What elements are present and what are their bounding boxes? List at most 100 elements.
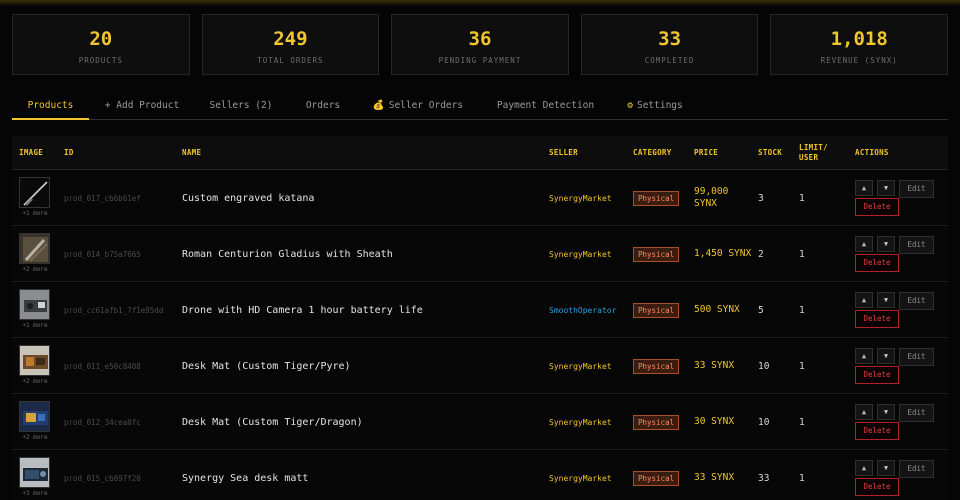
table-row: +1 more prod_017_cb6b61ef Custom engrave… bbox=[12, 170, 948, 226]
stat-label: REVENUE (SYNX) bbox=[820, 56, 898, 65]
product-limit: 1 bbox=[799, 304, 805, 316]
delete-button[interactable]: Delete bbox=[855, 254, 899, 272]
header-seller: SELLER bbox=[549, 148, 578, 157]
product-id: prod_011_e50c8408 bbox=[64, 361, 141, 371]
move-down-button[interactable]: ▼ bbox=[877, 292, 895, 308]
product-price: 99,000 SYNX bbox=[694, 186, 729, 209]
move-up-button[interactable]: ▲ bbox=[855, 236, 873, 252]
category-badge: Physical bbox=[633, 470, 680, 486]
product-limit: 1 bbox=[799, 192, 805, 204]
stat-completed: 33 COMPLETED bbox=[580, 14, 759, 75]
table-row: +2 more prod_012_34cea0fc Desk Mat (Cust… bbox=[12, 394, 948, 450]
move-up-button[interactable]: ▲ bbox=[855, 404, 873, 420]
seller-link[interactable]: SynergyMarket bbox=[549, 338, 612, 394]
row-actions: ▲ ▼ Edit Delete bbox=[855, 460, 945, 500]
product-price: 33 SYNX bbox=[694, 472, 735, 483]
tab-label: Payment Detection bbox=[496, 100, 595, 111]
edit-button[interactable]: Edit bbox=[899, 236, 934, 254]
delete-button[interactable]: Delete bbox=[855, 310, 899, 328]
stat-value: 36 bbox=[468, 28, 492, 50]
product-limit: 1 bbox=[799, 472, 805, 484]
more-images-label: +1 more bbox=[22, 210, 48, 217]
move-up-button[interactable]: ▲ bbox=[855, 348, 873, 364]
move-up-button[interactable]: ▲ bbox=[855, 460, 873, 476]
product-stock: 10 bbox=[758, 360, 770, 372]
gear-icon: ⚙ bbox=[627, 100, 633, 111]
product-thumbnail[interactable] bbox=[19, 457, 50, 488]
edit-button[interactable]: Edit bbox=[899, 292, 934, 310]
tab-products[interactable]: Products bbox=[12, 92, 89, 120]
tab-label: Orders bbox=[305, 100, 341, 111]
tab-sellers[interactable]: Sellers (2) bbox=[206, 92, 276, 120]
tab-label: + Add Product bbox=[104, 100, 180, 111]
stat-label: COMPLETED bbox=[644, 56, 695, 65]
product-id: prod_015_cb897f20 bbox=[64, 473, 141, 483]
product-name: Drone with HD Camera 1 hour battery life bbox=[182, 304, 423, 316]
move-up-button[interactable]: ▲ bbox=[855, 180, 873, 196]
tab-add-product[interactable]: + Add Product bbox=[100, 92, 184, 120]
tab-payment-detection[interactable]: Payment Detection bbox=[492, 92, 599, 120]
seller-link[interactable]: SynergyMarket bbox=[549, 450, 612, 500]
tab-seller-orders[interactable]: 💰 Seller Orders bbox=[366, 92, 470, 120]
category-cell: Physical bbox=[633, 450, 680, 500]
move-down-button[interactable]: ▼ bbox=[877, 236, 895, 252]
header-category: CATEGORY bbox=[633, 148, 672, 157]
category-badge: Physical bbox=[633, 358, 680, 374]
tab-orders[interactable]: Orders bbox=[300, 92, 346, 120]
product-name: Desk Mat (Custom Tiger/Dragon) bbox=[182, 416, 363, 428]
more-images-label: +2 more bbox=[22, 434, 48, 441]
header-name: NAME bbox=[182, 148, 202, 157]
edit-button[interactable]: Edit bbox=[899, 180, 934, 198]
tab-settings[interactable]: ⚙ Settings bbox=[620, 92, 690, 120]
product-thumbnail[interactable] bbox=[19, 177, 50, 208]
stat-value: 33 bbox=[658, 28, 682, 50]
header-image: IMAGE bbox=[19, 148, 44, 157]
seller-link[interactable]: SynergyMarket bbox=[549, 394, 612, 450]
product-image-cell: +2 more bbox=[19, 401, 51, 441]
product-thumbnail[interactable] bbox=[19, 401, 50, 432]
seller-link[interactable]: SynergyMarket bbox=[549, 170, 612, 226]
product-thumbnail[interactable] bbox=[19, 289, 50, 320]
product-image-cell: +2 more bbox=[19, 345, 51, 385]
product-id: prod_017_cb6b61ef bbox=[64, 193, 141, 203]
products-table: IMAGE ID NAME SELLER CATEGORY PRICE STOC… bbox=[12, 136, 948, 500]
category-badge: Physical bbox=[633, 246, 680, 262]
move-down-button[interactable]: ▼ bbox=[877, 348, 895, 364]
header-actions: ACTIONS bbox=[855, 148, 889, 157]
move-down-button[interactable]: ▼ bbox=[877, 460, 895, 476]
product-limit: 1 bbox=[799, 416, 805, 428]
product-price: 33 SYNX bbox=[694, 360, 735, 371]
tab-label: Settings bbox=[636, 100, 683, 111]
seller-link[interactable]: SynergyMarket bbox=[549, 226, 612, 282]
move-down-button[interactable]: ▼ bbox=[877, 180, 895, 196]
product-name: Custom engraved katana bbox=[182, 192, 315, 204]
product-id: prod_014_b75a7665 bbox=[64, 249, 141, 259]
product-thumbnail[interactable] bbox=[19, 233, 50, 264]
more-images-label: +2 more bbox=[22, 266, 48, 273]
move-up-button[interactable]: ▲ bbox=[855, 292, 873, 308]
stat-value: 249 bbox=[273, 28, 308, 50]
tab-label: Sellers (2) bbox=[209, 100, 273, 111]
edit-button[interactable]: Edit bbox=[899, 460, 934, 478]
move-down-button[interactable]: ▼ bbox=[877, 404, 895, 420]
stat-products: 20 PRODUCTS bbox=[12, 14, 190, 75]
category-cell: Physical bbox=[633, 394, 680, 450]
stat-label: PENDING PAYMENT bbox=[438, 56, 522, 65]
edit-button[interactable]: Edit bbox=[899, 404, 934, 422]
edit-button[interactable]: Edit bbox=[899, 348, 934, 366]
delete-button[interactable]: Delete bbox=[855, 478, 899, 496]
delete-button[interactable]: Delete bbox=[855, 422, 899, 440]
delete-button[interactable]: Delete bbox=[855, 366, 899, 384]
row-actions: ▲ ▼ Edit Delete bbox=[855, 180, 945, 220]
product-image-cell: +2 more bbox=[19, 233, 51, 273]
product-limit: 1 bbox=[799, 248, 805, 260]
seller-link[interactable]: SmoothOperator bbox=[549, 282, 616, 338]
header-price: PRICE bbox=[694, 148, 719, 157]
stats-bar: 20 PRODUCTS 249 TOTAL ORDERS 36 PENDING … bbox=[12, 14, 948, 75]
delete-button[interactable]: Delete bbox=[855, 198, 899, 216]
stat-value: 1,018 bbox=[830, 28, 888, 50]
product-thumbnail[interactable] bbox=[19, 345, 50, 376]
category-cell: Physical bbox=[633, 282, 680, 338]
product-image-cell: +3 more bbox=[19, 457, 51, 497]
header-stock: STOCK bbox=[758, 148, 783, 157]
